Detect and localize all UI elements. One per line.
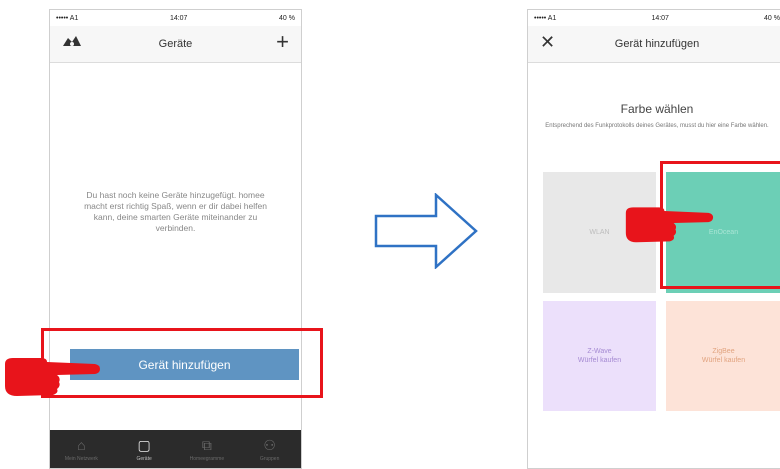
tile-label: Z-Wave Würfel kaufen [577,348,622,364]
homee-logo-icon[interactable] [62,34,82,53]
tab-groups[interactable]: ⚇ Gruppen [238,430,301,468]
page-title: Geräte [158,38,193,50]
carrier-label: ••••• A1 [56,14,79,22]
clock: 14:07 [651,14,669,22]
tile-zwave[interactable]: Z-Wave Würfel kaufen [543,301,656,411]
tab-bar: ⌂ Mein Netzwerk ▢ Geräte ⧉ Homeegramme ⚇… [50,430,301,468]
home-icon: ⌂ [77,437,86,453]
status-bar: ••••• A1 14:07 40 % [50,10,301,26]
section-heading: Farbe wählen [620,102,694,116]
nav-bar: Geräte + [50,26,301,63]
right-arrow-icon [374,193,478,269]
tab-my-network[interactable]: ⌂ Mein Netzwerk [50,430,113,468]
empty-state-message: Du hast noch keine Geräte hinzugefügt. h… [84,190,267,233]
carrier-label: ••••• A1 [534,14,557,22]
groups-icon: ⚇ [263,437,276,453]
clock: 14:07 [169,14,188,22]
tile-zigbee[interactable]: ZigBee Würfel kaufen [666,301,780,411]
status-bar: ••••• A1 14:07 40 % [528,10,780,26]
homeegram-icon: ⧉ [201,437,212,453]
tab-label: Geräte [136,456,152,462]
tab-devices[interactable]: ▢ Geräte [113,430,176,468]
battery-label: 40 % [764,14,780,22]
devices-icon: ▢ [137,437,151,453]
pointing-hand-icon [625,207,714,243]
nav-bar: ✕ Gerät hinzufügen [528,26,780,63]
close-icon[interactable]: ✕ [540,32,555,52]
tab-label: Mein Netzwerk [64,456,98,462]
tab-homeegrams[interactable]: ⧉ Homeegramme [176,430,239,468]
devices-screen: ••••• A1 14:07 40 % Geräte + Du hast noc… [49,9,302,469]
plus-icon[interactable]: + [276,31,289,53]
tab-label: Gruppen [259,456,280,462]
tile-label: ZigBee Würfel kaufen [701,348,746,364]
page-title: Gerät hinzufügen [614,38,700,50]
tile-label: WLAN [589,229,610,236]
battery-label: 40 % [279,14,295,22]
pointing-hand-icon [5,358,100,396]
tab-label: Homeegramme [189,456,225,462]
section-description: Entsprechend des Funkprotokolls deines G… [545,123,769,129]
